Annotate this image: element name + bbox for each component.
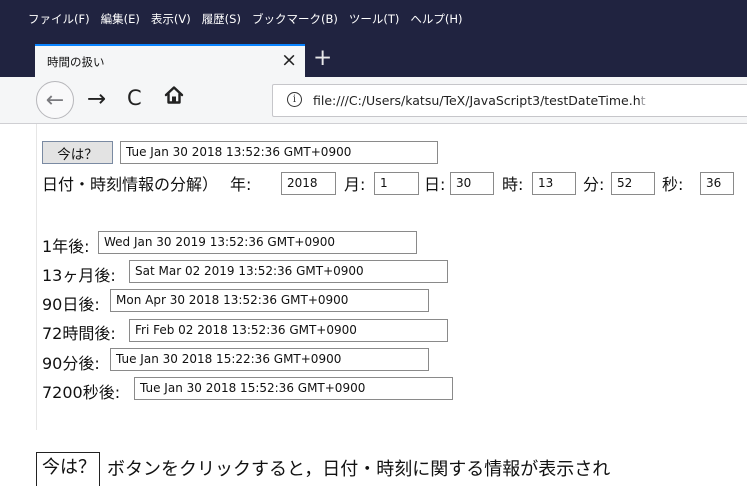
back-button[interactable]: ←: [36, 81, 74, 119]
second-label: 秒:: [662, 175, 684, 194]
minute-field[interactable]: 52: [611, 172, 655, 195]
decompose-label: 日付・時刻情報の分解）: [42, 175, 219, 194]
offset-label-90-days: 90日後:: [42, 295, 100, 314]
month-field[interactable]: 1: [374, 172, 419, 195]
offset-field-1-year[interactable]: Wed Jan 30 2019 13:52:36 GMT+0900: [98, 231, 417, 254]
now-button[interactable]: 今は？: [42, 141, 113, 164]
month-label: 月:: [344, 175, 366, 194]
site-info-icon[interactable]: i: [287, 92, 302, 107]
offset-label-72-hours: 72時間後:: [42, 324, 116, 343]
url-text: file:///C:/Users/katsu/TeX/JavaScript3/t…: [313, 93, 646, 108]
menu-edit[interactable]: 編集(E): [101, 11, 140, 27]
home-icon[interactable]: [163, 84, 185, 110]
offset-label-1-year: 1年後:: [42, 237, 90, 256]
menu-history[interactable]: 履歴(S): [202, 11, 241, 27]
second-field[interactable]: 36: [700, 172, 734, 195]
page-left-border: [36, 124, 37, 430]
day-field[interactable]: 30: [450, 172, 494, 195]
offset-field-90-days[interactable]: Mon Apr 30 2018 13:52:36 GMT+0900: [110, 289, 429, 312]
caption-button-box: 今は？: [36, 452, 100, 486]
year-field[interactable]: 2018: [281, 172, 336, 195]
offset-label-90-minutes: 90分後:: [42, 354, 100, 373]
tab-title: 時間の扱い: [47, 55, 105, 69]
menu-help[interactable]: ヘルプ(H): [410, 11, 462, 27]
caption-text: ボタンをクリックすると，日付・時刻に関する情報が表示され: [107, 459, 611, 480]
close-tab-icon[interactable]: ×: [281, 49, 297, 71]
forward-arrow-icon[interactable]: →: [87, 86, 106, 112]
menu-view[interactable]: 表示(V): [151, 11, 191, 27]
year-label: 年:: [230, 175, 252, 194]
address-bar[interactable]: i file:///C:/Users/katsu/TeX/JavaScript3…: [272, 84, 747, 117]
minute-label: 分:: [583, 175, 605, 194]
offset-label-13-months: 13ヶ月後:: [42, 266, 116, 285]
back-arrow-icon: ←: [45, 87, 65, 113]
hour-label: 時:: [502, 175, 524, 194]
offset-field-90-minutes[interactable]: Tue Jan 30 2018 15:22:36 GMT+0900: [110, 348, 429, 371]
offset-field-13-months[interactable]: Sat Mar 02 2019 13:52:36 GMT+0900: [129, 260, 448, 283]
offset-field-72-hours[interactable]: Fri Feb 02 2018 13:52:36 GMT+0900: [129, 319, 448, 342]
menu-file[interactable]: ファイル(F): [28, 11, 90, 27]
now-output-field[interactable]: Tue Jan 30 2018 13:52:36 GMT+0900: [120, 141, 438, 164]
menu-bar: ファイル(F) 編集(E) 表示(V) 履歴(S) ブックマーク(B) ツール(…: [0, 0, 747, 37]
reload-icon[interactable]: C: [127, 86, 142, 110]
new-tab-icon[interactable]: +: [313, 47, 332, 70]
hour-field[interactable]: 13: [532, 172, 576, 195]
menu-tools[interactable]: ツール(T): [349, 11, 400, 27]
menu-bookmarks[interactable]: ブックマーク(B): [252, 11, 338, 27]
offset-field-7200-seconds[interactable]: Tue Jan 30 2018 15:52:36 GMT+0900: [134, 377, 453, 400]
tab-active[interactable]: 時間の扱い ×: [35, 44, 305, 77]
day-label: 日:: [424, 175, 446, 194]
offset-label-7200-seconds: 7200秒後:: [42, 383, 121, 402]
